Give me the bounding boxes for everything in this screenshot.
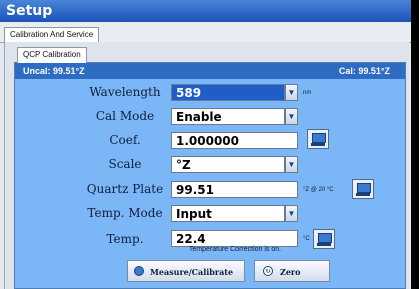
window-title: Setup (6, 3, 53, 19)
monitor-keypad-icon (312, 133, 326, 143)
quartz-plate-keypad-button[interactable] (352, 179, 374, 199)
chevron-down-icon: ▼ (287, 88, 296, 97)
monitor-keypad-icon (357, 183, 371, 193)
tab-calibration-and-service[interactable]: Calibration And Service (4, 27, 100, 43)
temp-label: Temp. (106, 232, 144, 246)
zero-icon: ↻ (263, 266, 273, 276)
wavelength-dropdown-button[interactable]: ▼ (285, 84, 298, 101)
temp-unit: °C (303, 236, 310, 242)
measure-icon (134, 266, 144, 276)
temperature-correction-note: Temperature Correction is on. (188, 246, 282, 253)
wavelength-select[interactable]: 589 (171, 84, 285, 101)
cal-mode-label: Cal Mode (95, 109, 155, 123)
coef-keypad-button[interactable] (307, 129, 329, 149)
scale-select[interactable]: °Z (171, 156, 285, 173)
quartz-plate-input[interactable]: 99.51 (171, 181, 298, 198)
temp-mode-dropdown-button[interactable]: ▼ (285, 205, 298, 222)
temp-mode-select[interactable]: Input (171, 205, 285, 222)
title-bar: Setup (0, 0, 411, 22)
scale-dropdown-button[interactable]: ▼ (285, 156, 298, 173)
chevron-down-icon: ▼ (287, 209, 296, 218)
cal-mode-select[interactable]: Enable (171, 108, 285, 125)
monitor-keypad-icon (318, 233, 332, 243)
tab-qcp-calibration[interactable]: QCP Calibration (17, 47, 87, 63)
chevron-down-icon: ▼ (287, 160, 296, 169)
reading-status-bar: Uncal: 99.51°Z Cal: 99.51°Z (15, 63, 405, 79)
wavelength-unit: nm (303, 90, 312, 96)
scale-label: Scale (108, 157, 142, 171)
quartz-plate-unit: °Z @ 20 °C (303, 187, 334, 193)
quartz-plate-label: Quartz Plate (86, 182, 164, 196)
setup-window: Setup Calibration And Service QCP Calibr… (0, 0, 411, 289)
zero-button[interactable]: ↻ Zero (254, 260, 330, 282)
wavelength-label: Wavelength (89, 85, 161, 99)
temp-keypad-button[interactable] (313, 229, 335, 249)
coef-label: Coef. (109, 133, 141, 147)
zero-label: Zero (280, 267, 301, 277)
temp-input[interactable]: 22.4 (171, 230, 298, 247)
temp-mode-label: Temp. Mode (87, 206, 163, 220)
cal-mode-dropdown-button[interactable]: ▼ (285, 108, 298, 125)
coef-input[interactable]: 1.000000 (171, 132, 298, 149)
measure-calibrate-label: Measure/Calibrate (150, 267, 234, 277)
uncal-reading: Uncal: 99.51°Z (23, 66, 85, 76)
measure-calibrate-button[interactable]: Measure/Calibrate (127, 260, 245, 282)
chevron-down-icon: ▼ (287, 112, 296, 121)
cal-reading: Cal: 99.51°Z (338, 66, 390, 76)
